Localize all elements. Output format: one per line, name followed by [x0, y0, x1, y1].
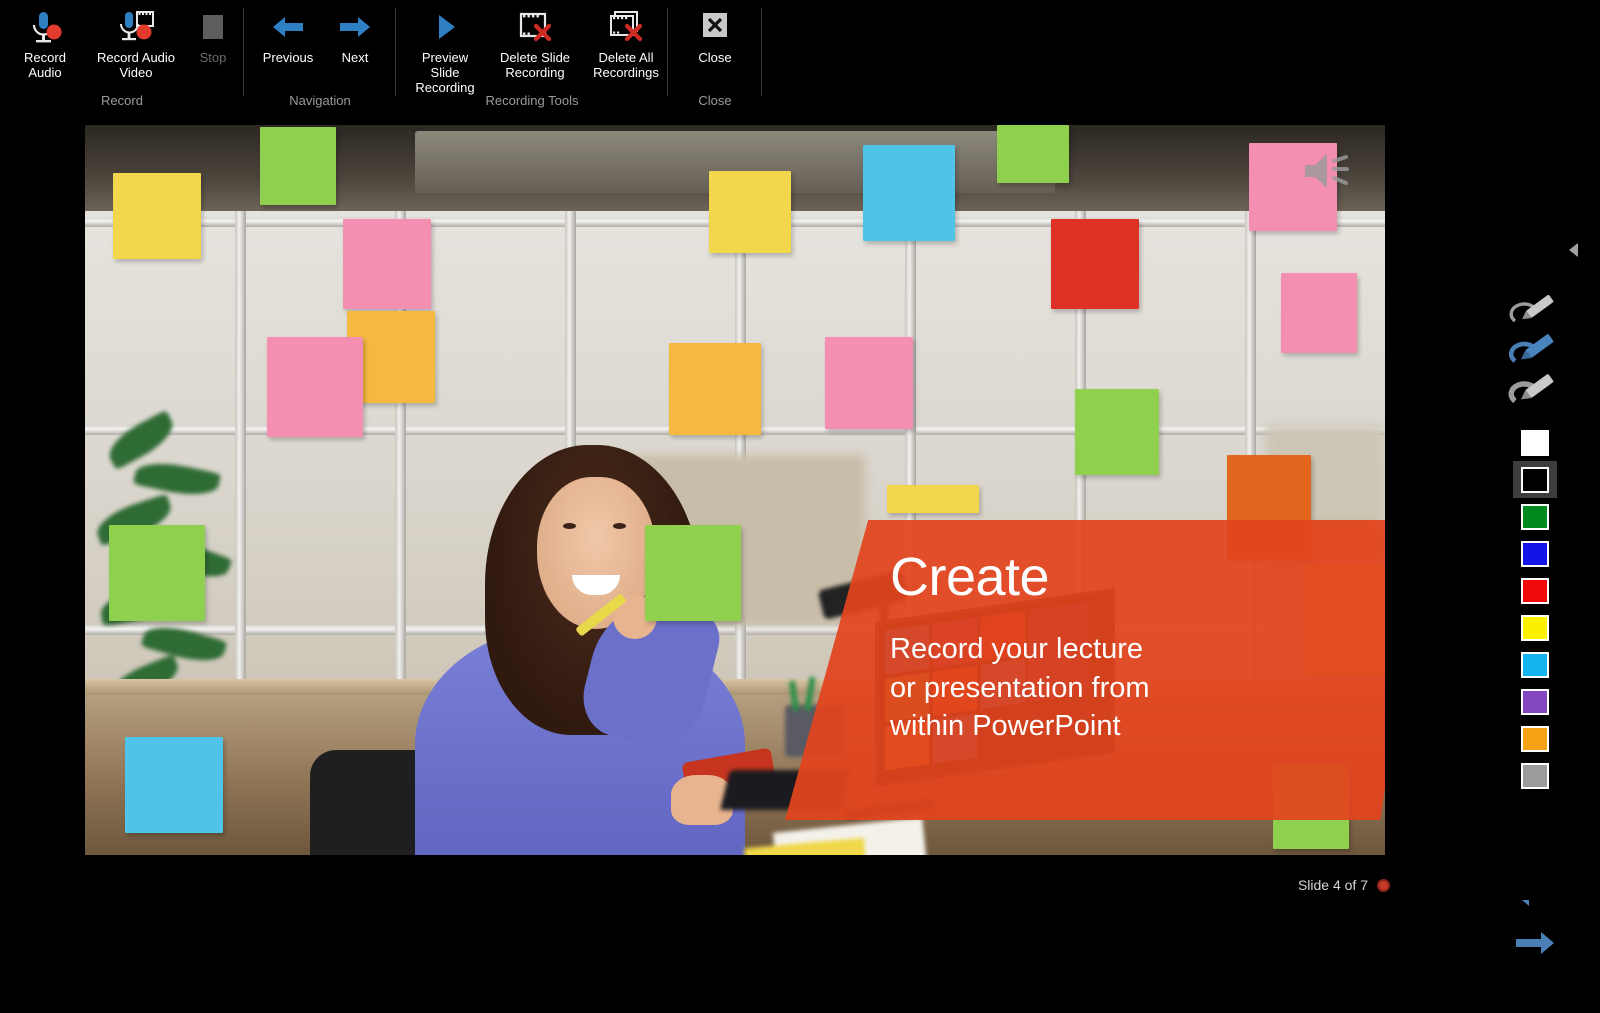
sticky-note [113, 173, 201, 259]
preview-slide-recording-label: Preview Slide Recording [406, 50, 484, 95]
person-eye [613, 523, 626, 529]
sticky-note [1075, 389, 1159, 475]
record-dot-icon [1377, 879, 1390, 892]
slide-background-photo [85, 125, 1385, 855]
record-audio-button[interactable]: Record Audio [0, 0, 90, 80]
stop-label: Stop [200, 50, 227, 65]
status-bar: Slide 4 of 7 [0, 870, 1600, 900]
recording-ribbon: Record Audio [0, 0, 1600, 113]
color-swatch-yellow[interactable] [1513, 609, 1557, 646]
play-triangle-icon [428, 6, 462, 48]
record-audio-video-label: Record Audio Video [97, 50, 175, 80]
pen-icon[interactable] [1507, 291, 1559, 329]
sticky-note [887, 485, 979, 513]
color-swatch-black[interactable] [1513, 461, 1557, 498]
color-swatch-blue[interactable] [1513, 535, 1557, 572]
swatch-fill [1521, 504, 1549, 530]
film-delete-icon [516, 6, 554, 48]
color-swatch-light-blue[interactable] [1513, 646, 1557, 683]
sticky-note [1305, 565, 1385, 675]
slide-stage: Create Record your lecture or presentati… [0, 113, 1600, 900]
desk-edge [85, 679, 1385, 695]
eraser-pen-icon[interactable] [1507, 371, 1559, 409]
sticky-note [260, 127, 336, 205]
swatch-fill [1521, 541, 1549, 567]
preview-slide-recording-button[interactable]: Preview Slide Recording [400, 0, 490, 95]
delete-all-recordings-label: Delete All Recordings [593, 50, 659, 80]
arrow-left-icon [269, 6, 307, 48]
pen-tool-group [1507, 291, 1569, 411]
pen-cup [785, 705, 845, 757]
next-button[interactable]: Next [324, 0, 386, 65]
close-x-icon [698, 6, 732, 48]
triangle-left-collapse-icon[interactable] [1569, 243, 1578, 257]
sticky-note [1051, 219, 1139, 309]
arrow-right-icon [336, 6, 374, 48]
delete-slide-recording-button[interactable]: Delete Slide Recording [490, 0, 580, 80]
ribbon-group-recording-tools-label: Recording Tools [396, 93, 668, 108]
previous-button[interactable]: Previous [252, 0, 324, 65]
slide-counter: Slide 4 of 7 [1298, 877, 1368, 893]
record-audio-video-button[interactable]: Record Audio Video [90, 0, 182, 80]
color-swatch-gray[interactable] [1513, 757, 1557, 794]
sticky-note [997, 125, 1069, 183]
sticky-note [125, 737, 223, 833]
color-swatch-purple[interactable] [1513, 683, 1557, 720]
ribbon-group-record: Record Audio [0, 0, 244, 113]
ribbon-group-navigation: Previous Next Navigation [244, 0, 396, 113]
ribbon-group-close: Close Close [668, 0, 762, 113]
delete-all-recordings-button[interactable]: Delete All Recordings [580, 0, 672, 80]
swatch-fill [1521, 726, 1549, 752]
record-audio-label: Record Audio [6, 50, 84, 80]
ribbon-group-close-label: Close [668, 93, 762, 108]
close-button[interactable]: Close [675, 0, 755, 65]
previous-label: Previous [263, 50, 314, 65]
person-eye [563, 523, 576, 529]
swatch-fill [1521, 578, 1549, 604]
ribbon-group-record-label: Record [0, 93, 244, 108]
tablet-screen [875, 588, 1115, 787]
ribbon-group-navigation-label: Navigation [244, 93, 396, 108]
ink-color-palette [1513, 424, 1557, 794]
ribbon-group-recording-tools: Preview Slide Recording [396, 0, 668, 113]
highlighter-pen-icon[interactable] [1507, 331, 1559, 369]
swatch-fill [1521, 652, 1549, 678]
color-swatch-white[interactable] [1513, 424, 1557, 461]
sticky-note [343, 219, 431, 309]
keyboard [720, 770, 850, 810]
swatch-fill [1521, 763, 1549, 789]
close-label: Close [698, 50, 731, 65]
swatch-fill [1521, 467, 1549, 493]
sticky-note [109, 525, 205, 621]
sticky-note [1281, 273, 1357, 353]
arrow-right-icon [1513, 928, 1557, 958]
color-swatch-red[interactable] [1513, 572, 1557, 609]
sticky-note [267, 337, 363, 437]
sticky-note [825, 337, 913, 429]
background-box [1300, 525, 1380, 561]
sticky-note [863, 145, 955, 241]
speaker-audio-icon[interactable] [1301, 147, 1357, 195]
swatch-fill [1521, 615, 1549, 641]
film-stack-delete-icon [606, 6, 646, 48]
sticky-note [709, 171, 791, 253]
group-divider [761, 8, 762, 96]
next-label: Next [342, 50, 369, 65]
microphone-camera-record-icon [115, 6, 157, 48]
delete-slide-recording-label: Delete Slide Recording [500, 50, 570, 80]
color-swatch-orange[interactable] [1513, 720, 1557, 757]
sticky-note [669, 343, 761, 435]
sticky-note [1273, 765, 1349, 849]
stop-button[interactable]: Stop [182, 0, 244, 65]
sticky-note [645, 525, 741, 621]
microphone-record-icon [25, 6, 65, 48]
color-swatch-green[interactable] [1513, 498, 1557, 535]
swatch-fill [1521, 689, 1549, 715]
next-slide-button[interactable] [1503, 919, 1567, 967]
stop-square-icon [196, 6, 230, 48]
sticky-note [1227, 455, 1311, 559]
current-slide[interactable]: Create Record your lecture or presentati… [85, 125, 1385, 855]
swatch-fill [1521, 430, 1549, 456]
